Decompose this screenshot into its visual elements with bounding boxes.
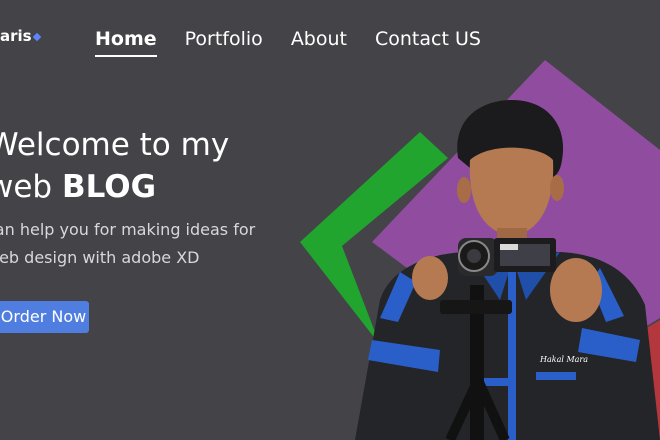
badge-text: Hakal Mara	[539, 355, 588, 364]
hero-illustration: Hakal Mara	[300, 60, 660, 440]
